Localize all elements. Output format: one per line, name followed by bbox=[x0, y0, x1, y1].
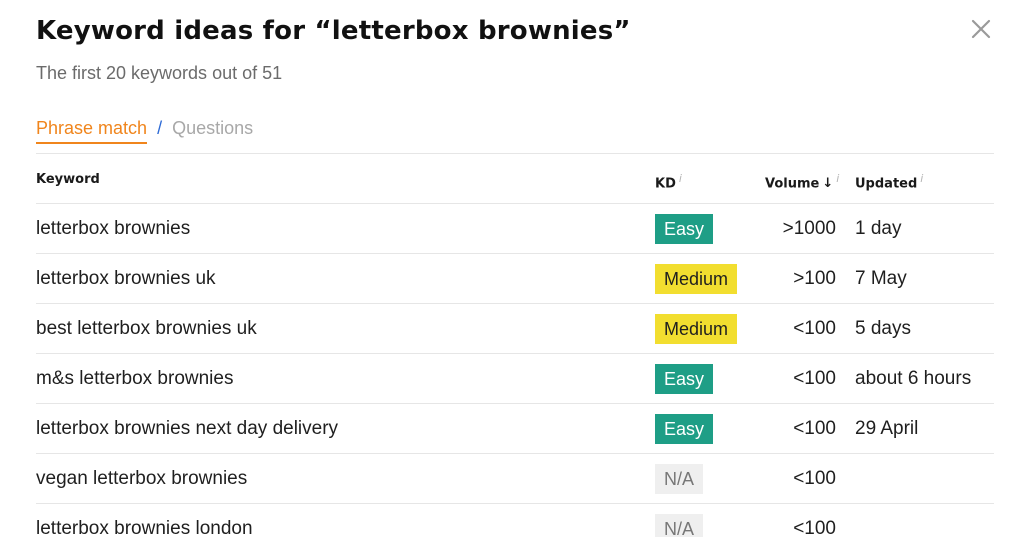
column-header-keyword: Keyword bbox=[36, 172, 100, 187]
kd-badge: Easy bbox=[655, 364, 714, 394]
close-button[interactable] bbox=[966, 14, 996, 44]
keyword-link[interactable]: best letterbox brownies uk bbox=[36, 318, 257, 340]
table-header: Keyword KD i Volume ↓ i Updated i bbox=[36, 154, 994, 204]
kd-badge: Easy bbox=[655, 214, 714, 244]
keyword-link[interactable]: letterbox brownies next day delivery bbox=[36, 418, 338, 440]
volume-cell: >1000 bbox=[782, 218, 836, 239]
keyword-link[interactable]: vegan letterbox brownies bbox=[36, 468, 247, 490]
volume-cell: <100 bbox=[793, 418, 836, 439]
column-header-kd[interactable]: KD i bbox=[655, 172, 682, 191]
table-row: vegan letterbox brownies N/A <100 bbox=[36, 454, 994, 504]
kd-badge: Medium bbox=[655, 314, 738, 344]
column-header-kd-label: KD bbox=[655, 176, 676, 192]
keyword-table-body: letterbox brownies Easy >1000 1 day lett… bbox=[36, 204, 994, 537]
tab-questions[interactable]: Questions bbox=[172, 118, 253, 139]
kd-cell: N/A bbox=[655, 514, 704, 537]
kd-cell: Easy bbox=[655, 214, 714, 244]
table-row: best letterbox brownies uk Medium <100 5… bbox=[36, 304, 994, 354]
table-row: letterbox brownies london N/A <100 bbox=[36, 504, 994, 537]
kd-info-icon[interactable]: i bbox=[679, 172, 682, 185]
volume-cell: <100 bbox=[793, 318, 836, 339]
modal-title: Keyword ideas for “letterbox brownies” bbox=[36, 16, 631, 46]
column-header-volume[interactable]: Volume ↓ i bbox=[765, 172, 839, 191]
updated-cell: 1 day bbox=[855, 218, 902, 239]
tab-phrase-match[interactable]: Phrase match bbox=[36, 118, 148, 144]
modal-subtitle: The first 20 keywords out of 51 bbox=[36, 63, 283, 83]
keyword-link[interactable]: letterbox brownies bbox=[36, 218, 190, 240]
kd-badge: Medium bbox=[655, 264, 738, 294]
table-row: letterbox brownies Easy >1000 1 day bbox=[36, 204, 994, 254]
kd-badge: Easy bbox=[655, 414, 714, 444]
updated-cell: 5 days bbox=[855, 318, 911, 339]
volume-cell: <100 bbox=[793, 518, 836, 537]
table-row: m&s letterbox brownies Easy <100 about 6… bbox=[36, 354, 994, 404]
volume-info-icon[interactable]: i bbox=[836, 172, 839, 185]
keyword-link[interactable]: letterbox brownies uk bbox=[36, 268, 216, 290]
kd-cell: Easy bbox=[655, 414, 714, 444]
keyword-ideas-modal: Keyword ideas for “letterbox brownies” T… bbox=[0, 0, 1024, 537]
sort-descending-icon: ↓ bbox=[822, 176, 834, 192]
keyword-link[interactable]: letterbox brownies london bbox=[36, 518, 253, 537]
column-header-updated[interactable]: Updated i bbox=[855, 172, 923, 191]
column-header-volume-label: Volume bbox=[765, 176, 820, 192]
updated-cell: about 6 hours bbox=[855, 368, 972, 389]
volume-cell: <100 bbox=[793, 468, 836, 489]
volume-cell: <100 bbox=[793, 368, 836, 389]
updated-info-icon[interactable]: i bbox=[920, 172, 923, 185]
keyword-link[interactable]: m&s letterbox brownies bbox=[36, 368, 233, 390]
column-header-updated-label: Updated bbox=[855, 176, 918, 192]
updated-cell: 7 May bbox=[855, 268, 907, 289]
table-row: letterbox brownies next day delivery Eas… bbox=[36, 404, 994, 454]
volume-cell: >100 bbox=[793, 268, 836, 289]
table-row: letterbox brownies uk Medium >100 7 May bbox=[36, 254, 994, 304]
kd-cell: N/A bbox=[655, 464, 704, 494]
kd-badge: N/A bbox=[655, 514, 704, 537]
kd-badge: N/A bbox=[655, 464, 704, 494]
updated-cell: 29 April bbox=[855, 418, 919, 439]
kd-cell: Medium bbox=[655, 264, 738, 294]
kd-cell: Easy bbox=[655, 364, 714, 394]
match-tabs: Phrase match / Questions bbox=[36, 118, 253, 144]
close-icon bbox=[971, 19, 991, 39]
tab-separator: / bbox=[157, 118, 163, 138]
kd-cell: Medium bbox=[655, 314, 738, 344]
